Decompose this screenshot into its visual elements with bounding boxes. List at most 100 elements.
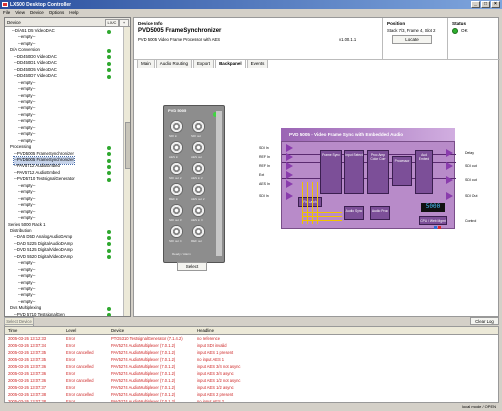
block-audio-embed[interactable]: Aud Embed [415,150,433,194]
log-headline: input AES 1 present [197,350,234,355]
connector-label: SDI out 4 [169,239,182,243]
tree-expand-button[interactable]: + [119,19,129,27]
log-time: 2005-03-26 13:07:36 [8,364,47,369]
device-name: PVD5005 FrameSynchronizer [138,28,222,34]
tab-bar: Main Audio Routing Export Backpanel Even… [134,59,500,68]
connector-label: AES out [191,155,203,159]
bnc-connector-icon[interactable] [170,183,183,196]
info-divider-2 [447,18,448,59]
output-arrow-icon [446,162,453,170]
block-frame-sync[interactable]: Frame Sync [320,150,342,194]
log-level: Error cancelled [66,364,94,369]
bnc-connector-icon[interactable] [170,225,183,238]
log-headline: input SDI invalid [197,343,227,348]
tab-events[interactable]: Events [246,59,269,68]
status-dot-icon [107,177,111,182]
block-input-select[interactable]: Input Select [344,150,364,194]
status-dot-icon [107,255,111,260]
log-device: PAV5274 AudioMultiplexer (7.0.1.2) [111,343,176,348]
signal-flow-diagram: Frame Sync Input Select Proc Amp Color C… [281,141,456,229]
bnc-connector-icon[interactable] [170,162,183,175]
connector-label: REF in [169,197,179,201]
connector-label: SDI out [191,134,202,138]
status-dot-icon [107,235,111,240]
status-label: Status [452,21,467,26]
device-label-strip [216,111,222,256]
diagram-control-label: Control [465,219,477,223]
log-headline: input AES 1/2 async [197,385,234,390]
log-device: PAV5274 AudioMultiplexer (7.0.1.2) [111,371,176,376]
log-device: PTG5310 TestsignalGenerator (7.1.4.2) [111,336,183,341]
menu-file[interactable]: File [3,10,10,16]
block-proc-amp[interactable]: Proc Amp Color Corr [367,150,389,194]
tab-main[interactable]: Main [137,59,155,68]
diagram-input-label: REF In [259,155,270,159]
menu-options[interactable]: Options [49,10,65,16]
menu-view[interactable]: View [15,10,25,16]
bnc-connector-icon[interactable] [192,141,205,154]
connector-label: REF out [191,239,203,243]
log-time: 2005-03-26 13:07:35 [8,350,47,355]
clear-log-button[interactable]: Clear Log [470,317,499,325]
col-level[interactable]: Level [66,328,76,333]
maximize-button[interactable]: □ [481,1,490,8]
device-select-button[interactable]: Select [177,262,207,271]
status-dot-icon [107,68,111,73]
bnc-connector-icon[interactable] [192,162,205,175]
tree-scroll-thumb[interactable] [125,122,130,169]
connector-label: SDI out 2 [169,176,182,180]
input-arrow-icon [286,180,293,188]
diagram-output-label: Delay [465,151,474,155]
block-audio-proc[interactable]: Audio Proc [370,206,390,220]
block-processor[interactable]: Processor [392,156,412,186]
log-level: Error [66,371,76,376]
col-device[interactable]: Device [111,328,124,333]
tree-header-label: Device [7,20,21,25]
log-level: Error cancelled [66,378,94,383]
status-dot-icon [107,74,111,79]
bnc-connector-icon[interactable] [170,204,183,217]
diagram-title: PVD 5005 - Video Frame Sync with Embedde… [281,128,455,141]
log-device: PAV5274 AudioMultiplexer (7.0.1.2) [111,357,176,362]
bnc-connector-icon[interactable] [192,225,205,238]
status-dot-icon [107,29,111,34]
position-label: Position [387,21,406,26]
close-button[interactable]: × [491,1,500,8]
log-headline: input AES 2 present [197,392,234,397]
block-audio-sync[interactable]: Audio Sync [344,206,364,220]
input-arrow-icon [286,192,293,200]
tree-filter-button[interactable]: LX/C [105,19,119,27]
bnc-connector-icon[interactable] [192,183,205,196]
tab-audio-routing[interactable]: Audio Routing [155,59,193,68]
tab-backpanel[interactable]: Backpanel [215,59,246,68]
tree-scrollbar[interactable] [123,27,130,316]
minimize-button[interactable]: _ [471,1,480,8]
device-backpanel: PVD 5005 Ready / Alarm SDI in SDI out AES … [163,105,225,263]
status-dot-icon [107,61,111,66]
window-title-bar: LX500 Desktop Controller _ □ × [0,0,502,9]
diagram-input-label: AES In [259,182,270,186]
bnc-connector-icon[interactable] [192,204,205,217]
log-device: PAV5274 AudioMultiplexer (7.0.1.2) [111,378,176,383]
status-bar-text: local mode / OPEN [461,404,496,409]
bnc-connector-icon[interactable] [170,141,183,154]
log-select-device-button[interactable]: Select Device [4,317,34,325]
col-time[interactable]: Time [8,328,17,333]
tab-export[interactable]: Export [193,59,215,68]
bnc-connector-icon[interactable] [170,120,183,133]
menu-help[interactable]: Help [69,10,78,16]
net-port-icon [434,226,437,229]
diagram-input-label: SDI In [259,194,269,198]
locate-button[interactable]: Locate [392,35,432,44]
connector-label: AES in 3 [191,218,203,222]
bnc-connector-icon[interactable] [192,120,205,133]
status-dot-icon [107,48,111,53]
log-device: PAV5274 AudioMultiplexer (7.0.1.2) [111,364,176,369]
log-table-header: Time Level Device Headline [5,327,498,335]
block-cpu-web[interactable]: CPU / Web Mgmt [419,216,447,225]
menu-device[interactable]: Device [30,10,44,16]
tree-header: Device LX/C + [5,18,130,27]
input-arrow-icon [286,144,293,152]
status-bar: local mode / OPEN [0,403,502,411]
col-headline[interactable]: Headline [197,328,214,333]
